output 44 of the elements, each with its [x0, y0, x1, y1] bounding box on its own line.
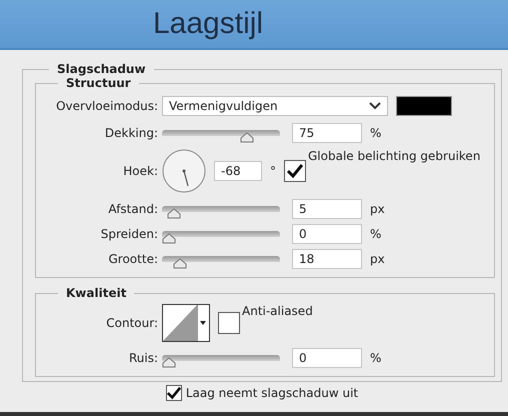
value-field[interactable]: 75 [292, 123, 362, 143]
value-field[interactable]: 0 [292, 224, 362, 244]
value-field[interactable]: 0 [292, 348, 362, 368]
group-title: Structuur [65, 76, 132, 90]
window-title: Laagstijl [153, 7, 264, 41]
checkbox[interactable] [284, 160, 306, 182]
slider-thumb[interactable] [162, 232, 176, 244]
slider-thumb[interactable] [167, 208, 182, 218]
field-label: Afstand: [107, 202, 158, 216]
unit-label: % [370, 227, 382, 241]
contour-curve-icon [163, 305, 197, 341]
check-icon [287, 164, 303, 178]
angle-field[interactable]: -68 [214, 161, 262, 181]
value-field[interactable]: 18 [292, 249, 362, 269]
slider-thumb[interactable] [162, 356, 176, 368]
slider-thumb[interactable] [173, 258, 188, 268]
field-label: Hoek: [122, 164, 158, 178]
group-title: Slagschaduw [56, 62, 147, 76]
field-label: Contour: [105, 316, 158, 330]
unit-label: px [370, 202, 385, 216]
slider-thumb[interactable] [240, 132, 254, 142]
chevron-down-icon [369, 102, 381, 110]
checkbox-label: Laag neemt slagschaduw uit [186, 386, 358, 400]
caret-icon [197, 305, 208, 341]
degree-label: ° [270, 164, 276, 178]
check-icon [166, 386, 181, 400]
field-label: Ruis: [128, 351, 158, 365]
unit-label: % [370, 126, 382, 140]
color-swatch[interactable] [396, 96, 452, 116]
group-title: Kwaliteit [65, 286, 128, 300]
unit-label: px [370, 252, 385, 266]
blend-mode-dropdown[interactable]: Vermenigvuldigen [162, 96, 388, 116]
field-label: Spreiden: [100, 227, 158, 241]
checkbox[interactable] [166, 385, 182, 401]
contour-picker[interactable] [162, 304, 210, 342]
unit-label: % [370, 351, 382, 365]
value-field[interactable]: 5 [292, 199, 362, 219]
checkbox[interactable] [218, 312, 240, 334]
field-label: Overvloeimodus: [55, 99, 158, 113]
checkbox-label: Globale belichting gebruiken [308, 149, 480, 163]
checkbox-label: Anti-aliased [242, 304, 313, 318]
field-label: Grootte: [108, 252, 158, 266]
angle-dial[interactable] [162, 149, 206, 193]
field-label: Dekking: [104, 126, 158, 140]
